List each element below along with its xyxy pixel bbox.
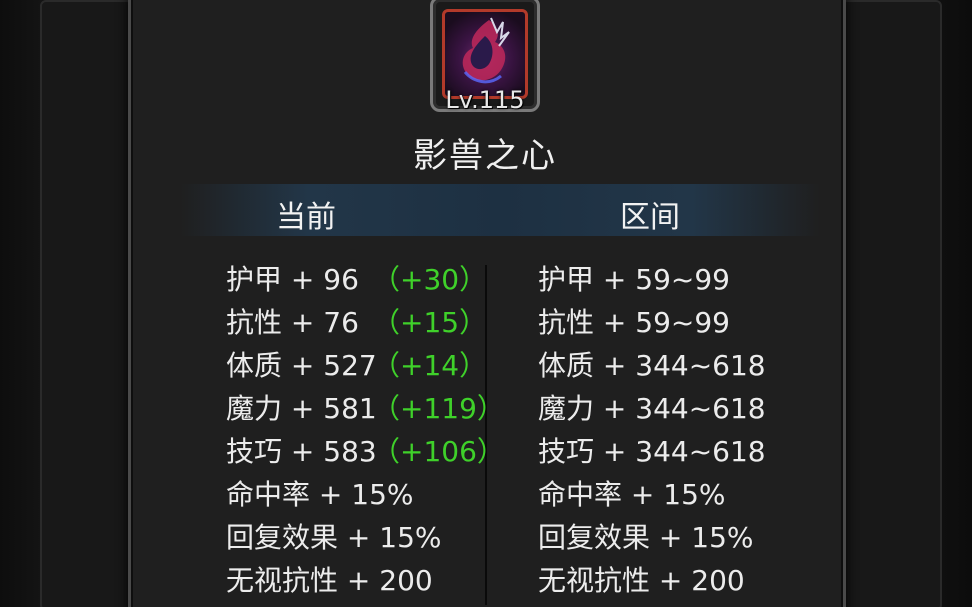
range-stat-armor: 护甲 + 59~99 — [538, 263, 730, 296]
background-panel-left — [40, 0, 139, 607]
current-stat-skill: 技巧 + 583 — [226, 435, 377, 468]
current-stat-constitution: 体质 + 527 — [226, 349, 377, 382]
range-stat-constitution: 体质 + 344~618 — [538, 349, 766, 382]
header-current: 当前 — [276, 200, 336, 235]
item-level: Lv.115 — [445, 86, 525, 114]
current-stat-armor: 护甲 + 96 — [226, 263, 359, 296]
current-stat-resistance: 抗性 + 76 — [226, 306, 359, 339]
bonus-magic: （+119） — [372, 392, 505, 425]
range-stat-resistance: 抗性 + 59~99 — [538, 306, 730, 339]
bonus-constitution: （+14） — [372, 349, 488, 382]
current-stat-magic: 魔力 + 581 — [226, 392, 377, 425]
bonus-resistance: （+15） — [372, 306, 488, 339]
current-stat-hit-rate: 命中率 + 15% — [226, 478, 414, 511]
header-range: 区间 — [620, 200, 680, 235]
game-screen: Lv.115 影兽之心 当前 区间 护甲 + 96 （+30） 抗性 + 76 … — [0, 0, 972, 607]
item-name: 影兽之心 — [413, 136, 557, 176]
range-stat-skill: 技巧 + 344~618 — [538, 435, 766, 468]
current-stat-ignore-resistance: 无视抗性 + 200 — [226, 564, 433, 597]
range-stat-hit-rate: 命中率 + 15% — [538, 478, 726, 511]
range-stat-magic: 魔力 + 344~618 — [538, 392, 766, 425]
range-stat-recovery: 回复效果 + 15% — [538, 521, 754, 554]
current-stat-recovery: 回复效果 + 15% — [226, 521, 442, 554]
range-stat-ignore-resistance: 无视抗性 + 200 — [538, 564, 745, 597]
bonus-armor: （+30） — [372, 263, 488, 296]
bonus-skill: （+106） — [372, 435, 505, 468]
background-panel-right — [838, 0, 942, 607]
